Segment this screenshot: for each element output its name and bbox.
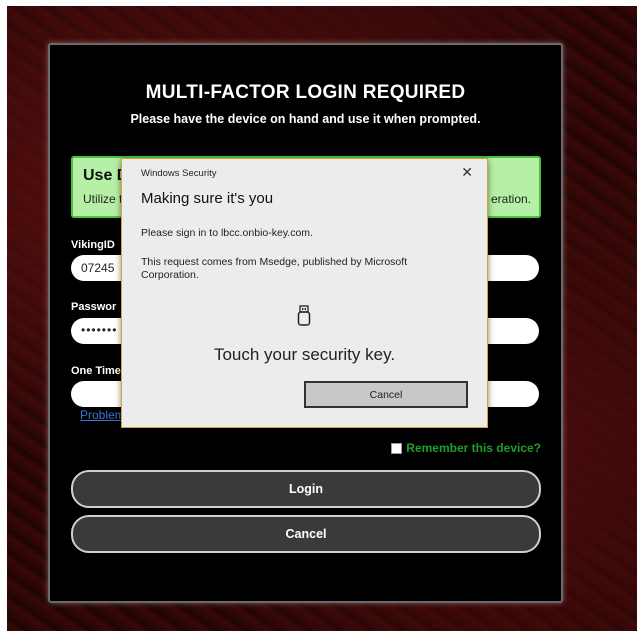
password-label: Passwor (71, 301, 117, 313)
remember-checkbox[interactable] (391, 442, 403, 454)
usb-security-key-icon (297, 305, 311, 326)
windows-security-dialog: Windows Security ✕ Making sure it's you … (121, 158, 488, 428)
dialog-signin-text: Please sign in to lbcc.onbio-key.com. (141, 227, 313, 239)
dialog-prompt: Touch your security key. (213, 345, 396, 364)
dialog-header: Windows Security (141, 168, 217, 179)
vikingid-label: VikingID (71, 239, 115, 251)
dialog-title: Making sure it's you (141, 190, 274, 207)
cancel-button[interactable]: Cancel (71, 515, 541, 553)
close-icon[interactable]: ✕ (461, 164, 473, 181)
page-title: MULTI-FACTOR LOGIN REQUIRED (145, 82, 466, 103)
problem-link[interactable]: Problem (80, 408, 125, 422)
dialog-cancel-button[interactable]: Cancel (304, 381, 468, 408)
remember-label: Remember this device? (406, 441, 541, 455)
notice-text: Utilize t (83, 192, 123, 206)
dialog-origin-text: This request comes from Msedge, publishe… (141, 256, 408, 281)
password-value: ••••••• (81, 323, 118, 337)
otp-label: One Time (71, 365, 121, 377)
remember-device[interactable]: Remember this device? (391, 441, 541, 455)
vikingid-value: 07245 (81, 261, 115, 275)
notice-text-end: eration. (490, 192, 531, 206)
page-subtitle: Please have the device on hand and use i… (130, 112, 481, 126)
login-button[interactable]: Login (71, 470, 541, 508)
